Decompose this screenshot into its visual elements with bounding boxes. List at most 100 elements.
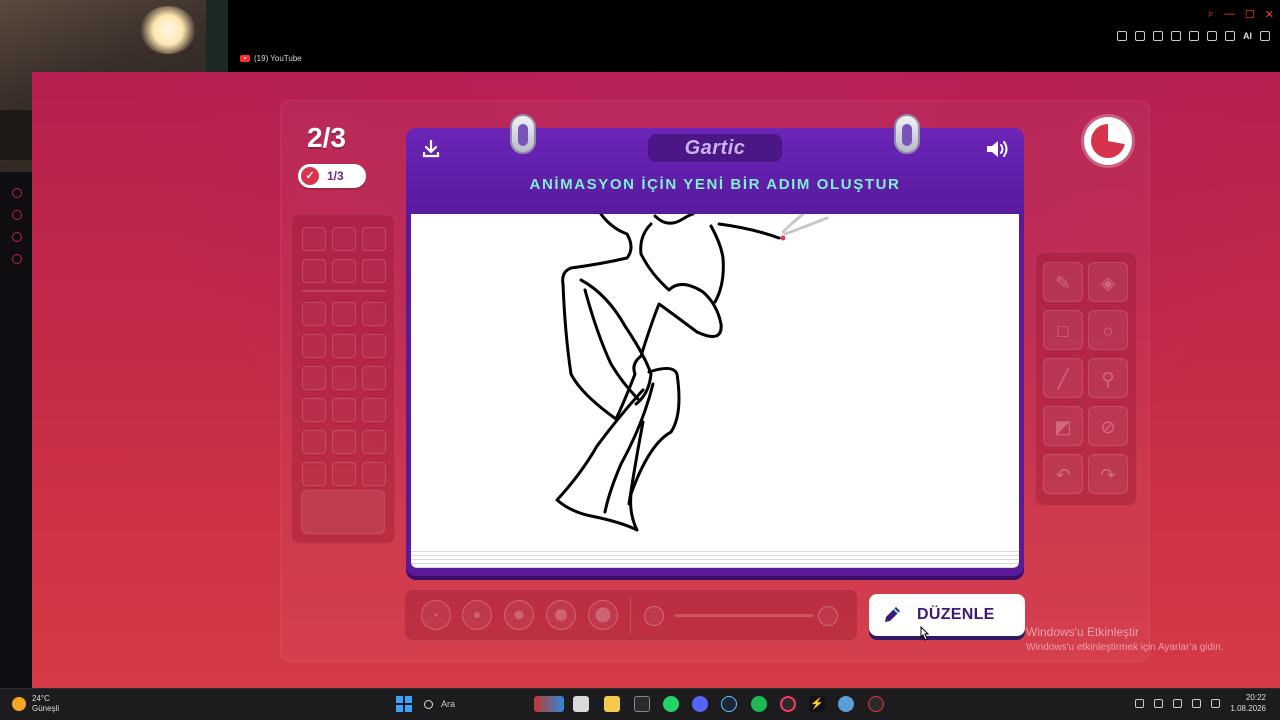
epic-games-icon[interactable] — [634, 696, 650, 712]
frame-slot[interactable] — [362, 430, 386, 454]
turn-count: 1/3 — [327, 169, 344, 183]
tab-title-text: (19) YouTube — [254, 54, 302, 63]
frame-slot[interactable] — [332, 462, 356, 486]
brush-size-2[interactable] — [462, 600, 492, 630]
sidebar-chat-icon[interactable] — [12, 232, 22, 242]
folder-icon[interactable] — [604, 696, 620, 712]
frame-slot[interactable] — [332, 398, 356, 422]
bookmark-icon[interactable] — [1117, 31, 1127, 41]
weather-widget[interactable]: 24°C Güneşli — [12, 694, 59, 714]
ai-button[interactable]: AI — [1243, 31, 1252, 41]
frame-slot[interactable] — [332, 302, 356, 326]
menu-icon[interactable] — [1260, 31, 1270, 41]
notebook-pages — [411, 548, 1019, 568]
frame-slot[interactable] — [332, 430, 356, 454]
frame-slot[interactable] — [362, 227, 386, 251]
system-tray: 20:22 1.08.2026 — [1135, 692, 1266, 714]
spotify-icon[interactable] — [751, 696, 767, 712]
sun-icon — [12, 697, 26, 711]
browser-sidebar — [0, 172, 32, 688]
brush-size-1[interactable] — [421, 600, 451, 630]
notebook-header: Gartic ANİMASYON İÇİN YENİ BİR ADIM OLUŞ… — [406, 128, 1024, 214]
eraser-tool[interactable]: ◈ — [1088, 262, 1128, 302]
minimize-button[interactable]: — — [1224, 8, 1235, 21]
frame-slot[interactable] — [302, 430, 326, 454]
frames-divider — [302, 290, 386, 292]
download-icon[interactable] — [420, 138, 442, 160]
opera-gx-icon[interactable] — [780, 696, 796, 712]
check-icon: ✓ — [301, 167, 319, 185]
frame-slot[interactable] — [302, 366, 326, 390]
frame-slot[interactable] — [302, 227, 326, 251]
brush-size-4[interactable] — [546, 600, 576, 630]
frame-slot[interactable] — [332, 366, 356, 390]
screenshot-icon[interactable] — [1135, 31, 1145, 41]
brush-size-5[interactable] — [588, 600, 618, 630]
display-icon[interactable] — [1192, 698, 1202, 708]
opacity-slider-track[interactable] — [674, 614, 814, 617]
undo-tool[interactable]: ↶ — [1043, 454, 1083, 494]
frame-preview[interactable] — [301, 490, 385, 534]
edit-button[interactable]: DÜZENLE — [869, 594, 1025, 636]
speaker-icon[interactable] — [984, 138, 1010, 160]
frame-slot[interactable] — [302, 334, 326, 358]
round-counter: 2/3 — [307, 122, 346, 153]
frame-slot[interactable] — [302, 398, 326, 422]
maximize-button[interactable]: ☐ — [1245, 8, 1255, 21]
pencil-icon — [885, 607, 900, 622]
opacity-min-knob[interactable] — [644, 606, 664, 626]
youtube-tab[interactable]: (19) YouTube — [240, 54, 302, 63]
whatsapp-icon[interactable] — [663, 696, 679, 712]
clear-tool[interactable]: ⊘ — [1088, 406, 1128, 446]
taskbar-clock[interactable]: 20:22 1.08.2026 — [1230, 692, 1266, 714]
frame-slot[interactable] — [362, 259, 386, 283]
taskbar-app-game-icon[interactable] — [534, 696, 564, 712]
redo-tool[interactable]: ↷ — [1088, 454, 1128, 494]
frame-slot[interactable] — [362, 334, 386, 358]
discord-icon[interactable] — [692, 696, 708, 712]
frame-slot[interactable] — [302, 462, 326, 486]
windows-start-icon[interactable] — [396, 696, 412, 712]
pencil-tool[interactable]: ✎ — [1043, 262, 1083, 302]
microphone-icon[interactable] — [1173, 698, 1183, 708]
search-icon[interactable]: ⌕ — [1208, 8, 1214, 21]
sidebar-settings-icon[interactable] — [12, 254, 22, 264]
frame-slot[interactable] — [332, 227, 356, 251]
tray-network-app-icon[interactable] — [1154, 698, 1164, 708]
windows-activation-watermark: Windows'u Etkinleştir Windows'u etkinleş… — [1026, 625, 1224, 653]
download-icon[interactable] — [1225, 31, 1235, 41]
drawing-canvas[interactable] — [411, 214, 1019, 548]
recorder-app-icon[interactable] — [868, 696, 884, 712]
ellipse-tool[interactable]: ○ — [1088, 310, 1128, 350]
sidebar-history-icon[interactable] — [12, 210, 22, 220]
settings-app-icon[interactable] — [838, 696, 854, 712]
frame-slot[interactable] — [362, 398, 386, 422]
volume-icon[interactable] — [1211, 698, 1221, 708]
frame-slot[interactable] — [302, 302, 326, 326]
frame-slot[interactable] — [362, 302, 386, 326]
steam-icon[interactable] — [721, 696, 737, 712]
tray-chevron-icon[interactable] — [1135, 698, 1145, 708]
frame-slot[interactable] — [302, 259, 326, 283]
youtube-icon — [240, 55, 250, 62]
frame-slot[interactable] — [362, 462, 386, 486]
opacity-max-knob[interactable] — [818, 606, 838, 626]
rectangle-tool[interactable]: □ — [1043, 310, 1083, 350]
taskbar-app-notes-icon[interactable] — [573, 696, 589, 712]
fill-tool[interactable]: ◩ — [1043, 406, 1083, 446]
taskbar-search[interactable]: Ara — [424, 694, 536, 714]
frame-slot[interactable] — [332, 259, 356, 283]
wallet-icon[interactable] — [1207, 31, 1217, 41]
play-icon[interactable] — [1171, 31, 1181, 41]
lightning-app-icon[interactable]: ⚡ — [809, 696, 825, 712]
frame-slot[interactable] — [362, 366, 386, 390]
notebook-ring-left — [510, 114, 536, 154]
close-button[interactable]: ✕ — [1265, 8, 1274, 21]
line-tool[interactable]: ╱ — [1043, 358, 1083, 398]
brush-size-3[interactable] — [504, 600, 534, 630]
frame-slot[interactable] — [332, 334, 356, 358]
heart-icon[interactable] — [1189, 31, 1199, 41]
shield-icon[interactable] — [1153, 31, 1163, 41]
sidebar-add-icon[interactable] — [12, 188, 22, 198]
eyedropper-tool[interactable]: ⚲ — [1088, 358, 1128, 398]
